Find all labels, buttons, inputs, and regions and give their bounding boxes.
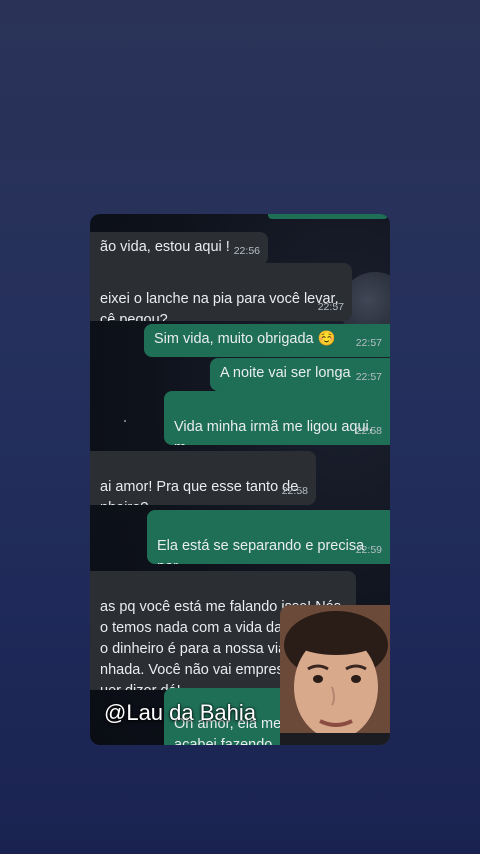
watermark-text: @Lau da Bahia (104, 700, 257, 725)
message-bubble[interactable]: ai amor! Pra que esse tanto de nheiro? 2… (90, 451, 316, 505)
message-time: 22:57 (317, 301, 344, 313)
message-text: ai amor! Pra que esse tanto de nheiro? (100, 479, 299, 505)
message-text: Sim vida, muito obrigada ☺️ (154, 331, 336, 347)
message-bubble[interactable]: ão vida, estou aqui ! 22:56 (90, 232, 268, 265)
message-text: Ela está se separando e precisa par acab… (157, 538, 365, 564)
message-time: 22:58 (355, 425, 382, 437)
message-text: eixei o lanche na pia para você levar, c… (100, 291, 339, 321)
message-time: 22:58 (281, 485, 308, 497)
message-time: 22:59 (355, 544, 382, 556)
message-time: 22:56 (233, 245, 260, 257)
message-bubble[interactable]: eixei o lanche na pia para você levar, c… (90, 263, 352, 321)
message-time: 22:57 (355, 337, 382, 349)
message-bubble[interactable]: A noite vai ser longa 22:57 (210, 358, 390, 391)
person-face-illustration (280, 605, 390, 745)
star-decoration (124, 420, 126, 422)
message-bubble[interactable]: Ela está se separando e precisa par acab… (147, 510, 390, 564)
message-time: 22:57 (355, 371, 382, 383)
message-bubble[interactable]: Vida minha irmã me ligou aqui, m pediu 2… (164, 391, 390, 445)
previous-message-edge (268, 214, 388, 219)
message-bubble[interactable]: Sim vida, muito obrigada ☺️ 22:57 (144, 324, 390, 357)
webcam-person-overlay (280, 605, 390, 745)
message-text: Vida minha irmã me ligou aqui, m pediu 2… (174, 419, 373, 445)
